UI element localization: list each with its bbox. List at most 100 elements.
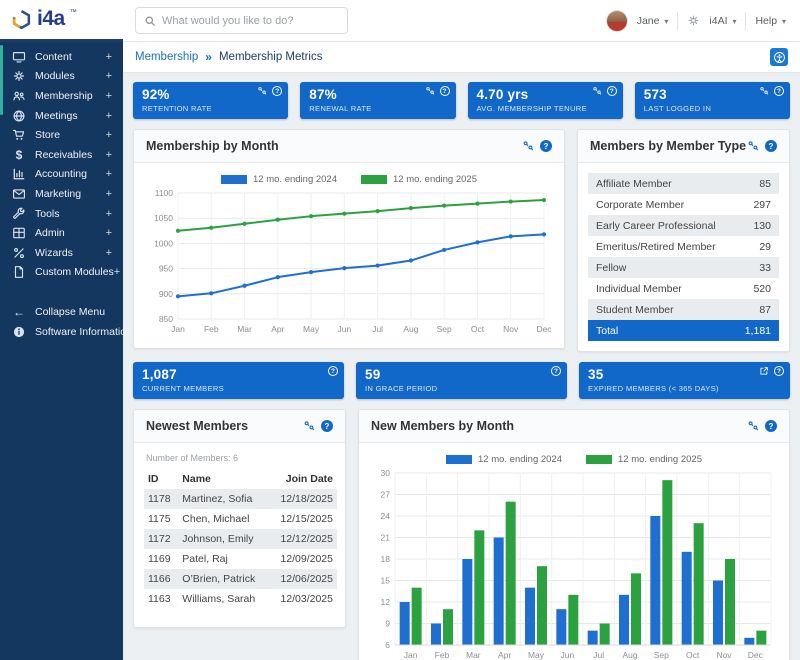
data-point [409, 258, 413, 262]
chevron-down-icon: ▾ [782, 17, 786, 26]
sidebar-item-wizards[interactable]: Wizards+ [0, 243, 123, 263]
sidebar-scrollbar[interactable] [0, 45, 3, 115]
user-avatar[interactable] [606, 10, 628, 32]
bar [412, 588, 422, 645]
user-menu[interactable]: Jane ▾ [637, 15, 669, 27]
kpi-label: AVG. MEMBERSHIP TENURE [477, 104, 614, 113]
sidebar-item-content[interactable]: Content + [0, 47, 123, 67]
sidebar-item-software-information[interactable]: Software Information [0, 322, 123, 342]
sidebar-item-custom-modules[interactable]: Custom Modules+ [0, 263, 123, 283]
sidebar-item-admin[interactable]: Admin+ [0, 223, 123, 243]
top-right-controls: Jane ▾ i4AI ▾ Help ▾ [606, 10, 800, 32]
line-chart: 850900950100010501100JanFebMarAprMayJunJ… [144, 187, 554, 337]
help-icon[interactable]: ? [440, 86, 450, 96]
member-join-date: 12/06/2025 [269, 569, 337, 589]
settings-icon[interactable] [303, 420, 315, 432]
legend-item[interactable]: 12 mo. ending 2025 [361, 174, 477, 185]
table-row: 1175Chen, Michael12/15/2025 [144, 509, 337, 529]
help-icon[interactable]: ? [321, 420, 333, 432]
legend-item[interactable]: 12 mo. ending 2025 [586, 454, 702, 465]
expand-plus-icon[interactable]: + [106, 247, 112, 259]
member-id: 1172 [144, 529, 178, 549]
expand-plus-icon[interactable]: + [106, 110, 112, 122]
svg-text:Nov: Nov [716, 650, 732, 660]
sidebar-item-accounting[interactable]: Accounting+ [0, 165, 123, 185]
help-icon[interactable]: ? [765, 420, 777, 432]
help-icon[interactable]: ? [328, 366, 338, 376]
kpi-card-last-logged-in[interactable]: ?573LAST LOGGED IN [635, 82, 790, 119]
svg-text:Jul: Jul [593, 650, 604, 660]
settings-icon[interactable] [425, 86, 435, 96]
bar [588, 631, 598, 645]
data-point [209, 226, 213, 230]
svg-text:27: 27 [381, 490, 391, 500]
help-icon[interactable]: ? [765, 140, 777, 152]
help-icon[interactable]: ? [540, 140, 552, 152]
breadcrumb: Membership » Membership Metrics [123, 42, 800, 73]
help-icon[interactable]: ? [272, 86, 282, 96]
legend-item[interactable]: 12 mo. ending 2024 [221, 174, 337, 185]
settings-icon[interactable] [747, 140, 759, 152]
help-icon[interactable]: ? [774, 366, 784, 376]
sidebar-item-store[interactable]: Store+ [0, 125, 123, 145]
settings-icon[interactable] [257, 86, 267, 96]
sidebar-item-tools[interactable]: Tools+ [0, 204, 123, 224]
sidebar-item-label: Content [35, 51, 72, 63]
help-menu[interactable]: Help ▾ [755, 15, 786, 27]
breadcrumb-parent[interactable]: Membership [135, 51, 198, 63]
bar [682, 552, 692, 645]
expand-plus-icon[interactable]: + [106, 149, 112, 161]
external-link-icon[interactable] [759, 366, 769, 376]
expand-plus-icon[interactable]: + [106, 51, 112, 63]
kpi-card-renewal-rate[interactable]: ?87%RENEWAL RATE [300, 82, 455, 119]
expand-plus-icon[interactable]: + [106, 70, 112, 82]
expand-plus-icon[interactable]: + [106, 208, 112, 220]
sidebar-item-membership[interactable]: Membership+ [0, 86, 123, 106]
expand-plus-icon[interactable]: + [106, 90, 112, 102]
ai-menu[interactable]: i4AI ▾ [709, 15, 736, 27]
help-icon[interactable]: ? [774, 86, 784, 96]
sidebar-item-receivables[interactable]: $Receivables+ [0, 145, 123, 165]
gear-icon [687, 14, 700, 27]
sidebar-item-modules[interactable]: Modules+ [0, 67, 123, 87]
kpi-card-avg-membership-tenure[interactable]: ?4.70 yrsAVG. MEMBERSHIP TENURE [468, 82, 623, 119]
member-type-value: 33 [759, 262, 771, 274]
member-name: O’Brien, Patrick [178, 569, 269, 589]
legend-label: 12 mo. ending 2024 [253, 174, 337, 185]
global-search[interactable] [135, 7, 348, 34]
svg-text:Aug: Aug [622, 650, 637, 660]
member-type-row: Student Member87 [588, 299, 779, 320]
expand-plus-icon[interactable]: + [106, 188, 112, 200]
sidebar-item-collapse-menu[interactable]: ←Collapse Menu [0, 302, 123, 322]
top-bar: i4a ™ Jane ▾ i4AI ▾ Help ▾ [0, 0, 800, 42]
help-icon[interactable]: ? [551, 366, 561, 376]
member-type-label: Early Career Professional [596, 220, 716, 232]
sidebar-item-label: Software Information [35, 326, 132, 338]
sidebar-item-marketing[interactable]: Marketing+ [0, 184, 123, 204]
member-type-value: 87 [759, 304, 771, 316]
svg-text:May: May [303, 324, 320, 334]
expand-plus-icon[interactable]: + [114, 266, 120, 278]
kpi-card-expired-members-365-days[interactable]: ?35EXPIRED MEMBERS (< 365 DAYS) [579, 362, 790, 399]
legend-item[interactable]: 12 mo. ending 2024 [446, 454, 562, 465]
help-icon[interactable]: ? [607, 86, 617, 96]
expand-plus-icon[interactable]: + [106, 227, 112, 239]
member-join-date: 12/15/2025 [269, 509, 337, 529]
document-icon [12, 265, 26, 279]
kpi-card-current-members[interactable]: ?1,087CURRENT MEMBERS [133, 362, 344, 399]
settings-icon[interactable] [747, 420, 759, 432]
accessibility-icon[interactable] [770, 48, 788, 66]
member-id: 1175 [144, 509, 178, 529]
expand-plus-icon[interactable]: + [106, 168, 112, 180]
kpi-label: EXPIRED MEMBERS (< 365 DAYS) [588, 384, 781, 393]
settings-icon[interactable] [592, 86, 602, 96]
settings-icon[interactable] [522, 140, 534, 152]
kpi-card-retention-rate[interactable]: ?92%RETENTION RATE [133, 82, 288, 119]
expand-plus-icon[interactable]: + [106, 129, 112, 141]
settings-icon[interactable] [759, 86, 769, 96]
search-input[interactable] [162, 15, 339, 27]
wizard-icon [12, 246, 26, 260]
kpi-card-in-grace-period[interactable]: ?59IN GRACE PERIOD [356, 362, 567, 399]
sidebar-item-meetings[interactable]: Meetings+ [0, 106, 123, 126]
app-logo[interactable]: i4a ™ [0, 0, 123, 42]
